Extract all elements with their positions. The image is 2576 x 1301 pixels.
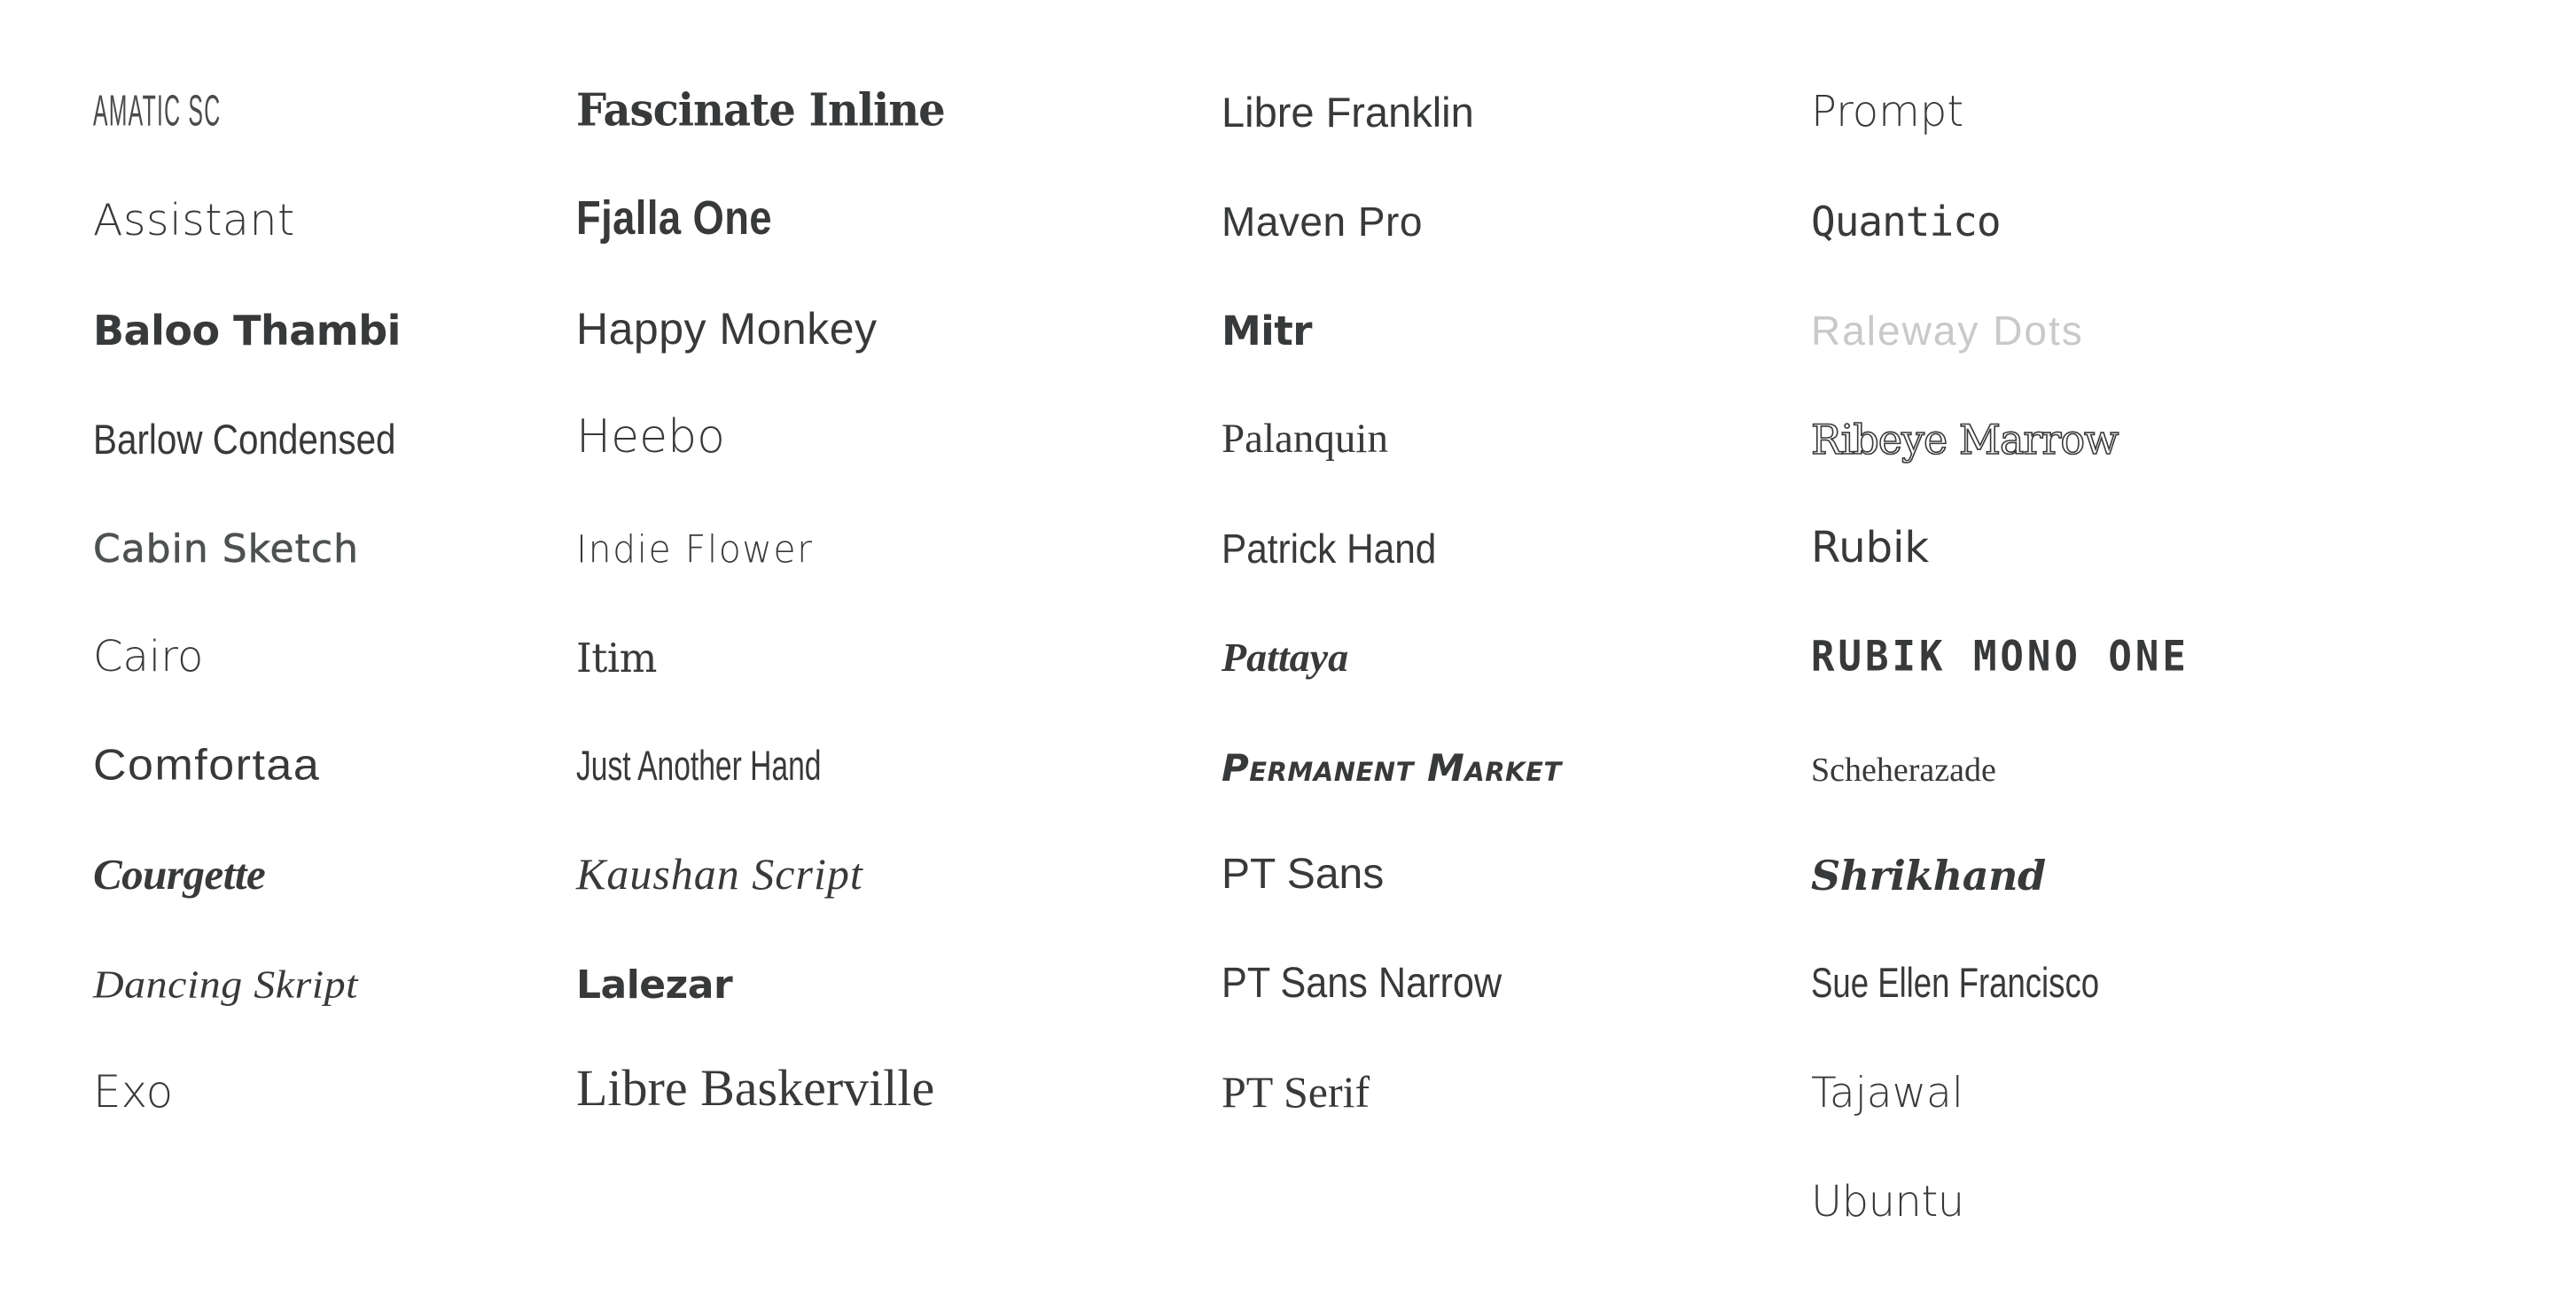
font-specimen-name: Fjalla One <box>576 191 772 245</box>
font-specimen-name: Assistant <box>93 195 295 245</box>
font-specimen-row: Libre Baskerville <box>576 1005 1222 1114</box>
font-specimen-name: Quantico <box>1811 198 2002 245</box>
font-specimen-row: Raleway Dots <box>1811 242 2576 351</box>
font-specimen-name: Comfortaa <box>93 740 321 790</box>
font-specimen-name: Amatic Sc <box>93 87 222 136</box>
font-specimen-name: Courgette <box>93 850 266 899</box>
font-specimen-sheet: Amatic Sc Assistant Baloo Thambi Barlow Con… <box>0 0 2576 1301</box>
font-specimen-row: Courgette <box>93 787 576 896</box>
font-specimen-row: Comfortaa <box>93 678 576 787</box>
font-specimen-row: Ubuntu <box>1811 1114 2576 1223</box>
font-specimen-name: Indie Flower <box>576 526 814 573</box>
font-specimen-row: Scheherazade <box>1811 678 2576 787</box>
font-specimen-row: Ribeye Marrow <box>1810 351 2576 464</box>
font-specimen-row: Fjalla One <box>576 133 1222 242</box>
font-column-3: Libre Franklin Maven Pro Mitr Palanquin Patr… <box>1222 0 1811 1301</box>
font-specimen-row: Shrikhand <box>1811 787 2576 896</box>
font-specimen-name: Rubik <box>1811 523 1930 573</box>
font-specimen-name: Lalezar <box>576 962 733 1008</box>
font-specimen-row: Baloo Thambi <box>93 242 576 351</box>
font-specimen-name: PT Serif <box>1222 1067 1370 1117</box>
font-specimen-row: Just Another Hand <box>576 678 1222 787</box>
font-specimen-name: Prompt <box>1811 87 1964 136</box>
font-specimen-name: Rubik Mono One <box>1811 632 2190 682</box>
font-specimen-name: Scheherazade <box>1811 752 1996 789</box>
font-specimen-row: Dancing Skript <box>93 896 576 1005</box>
font-specimen-row: Palanquin <box>1222 351 1811 460</box>
font-specimen-name: Raleway Dots <box>1811 308 2084 354</box>
font-specimen-name: Just Another Hand <box>576 742 822 790</box>
font-specimen-name: PT Sans Narrow <box>1222 960 1503 1007</box>
font-specimen-row: Quantico <box>1811 133 2576 242</box>
font-specimen-name: Itim <box>576 635 657 682</box>
font-specimen-row: Amatic Sc <box>93 24 576 133</box>
font-specimen-name: Palanquin <box>1222 416 1388 462</box>
font-specimen-row: Rubik <box>1811 460 2576 569</box>
font-specimen-row: Rubik Mono One <box>1811 569 2576 678</box>
font-specimen-row: Prompt <box>1811 24 2576 133</box>
font-specimen-row: Patrick Hand <box>1222 460 1811 569</box>
font-specimen-row: Maven Pro <box>1222 133 1811 242</box>
font-specimen-row: Permanent Market <box>1222 678 1811 787</box>
font-specimen-name: Baloo Thambi <box>93 307 401 354</box>
font-specimen-row: Itim <box>576 569 1222 678</box>
font-specimen-name: Kaushan Script <box>576 849 863 899</box>
font-specimen-row: Exo <box>93 1005 576 1114</box>
font-specimen-row: Fascinate Inline <box>576 24 1222 133</box>
font-specimen-row: Cairo <box>93 569 576 678</box>
font-specimen-name: Libre Baskerville <box>576 1059 935 1117</box>
font-specimen-name: Tajawal <box>1811 1069 1963 1118</box>
font-specimen-row: Barlow Condensed <box>93 351 576 460</box>
font-specimen-row: Indie Flower <box>576 460 1222 569</box>
font-specimen-row: Lalezar <box>576 896 1222 1005</box>
font-specimen-row: PT Sans Narrow <box>1222 896 1811 1005</box>
font-specimen-name: Happy Monkey <box>576 304 878 354</box>
font-specimen-row: Assistant <box>93 133 576 242</box>
font-column-4: Prompt Quantico Raleway Dots Ribeye Marrow R… <box>1810 0 2576 1301</box>
font-specimen-name: Patrick Hand <box>1222 526 1437 572</box>
font-specimen-name: Sue Ellen Francisco <box>1811 960 2100 1008</box>
font-specimen-row: Mitr <box>1222 242 1811 351</box>
font-specimen-row: Kaushan Script <box>576 787 1222 896</box>
font-specimen-name: Heebo <box>576 410 725 464</box>
font-specimen-name: Barlow Condensed <box>93 416 396 463</box>
font-specimen-name: Mitr <box>1222 308 1312 354</box>
font-specimen-row: Heebo <box>576 351 1222 460</box>
font-specimen-name: Pattaya <box>1222 635 1349 680</box>
font-specimen-name: Permanent Market <box>1222 746 1562 790</box>
font-specimen-row: Pattaya <box>1222 569 1811 678</box>
font-specimen-row: Cabin Sketch <box>93 460 576 569</box>
font-specimen-row: PT Sans <box>1222 787 1811 896</box>
font-specimen-name: Libre Franklin <box>1222 89 1474 136</box>
font-specimen-name: Ribeye Marrow <box>1810 416 2119 464</box>
font-specimen-name: Cairo <box>93 632 204 682</box>
font-specimen-name: Cabin Sketch <box>93 526 359 572</box>
font-specimen-row: Happy Monkey <box>576 242 1222 351</box>
font-specimen-row: Sue Ellen Francisco <box>1811 896 2576 1005</box>
font-column-1: Amatic Sc Assistant Baloo Thambi Barlow Con… <box>93 0 576 1301</box>
font-specimen-name: Dancing Skript <box>93 963 358 1007</box>
font-column-2: Fascinate Inline Fjalla One Happy Monkey He… <box>576 0 1222 1301</box>
font-specimen-name: Shrikhand <box>1811 852 2046 900</box>
font-specimen-name: Exo <box>93 1066 174 1118</box>
font-specimen-name: Maven Pro <box>1222 199 1423 245</box>
font-specimen-name: PT Sans <box>1222 851 1385 898</box>
font-specimen-name: Ubuntu <box>1811 1177 1964 1227</box>
font-specimen-name: Fascinate Inline <box>576 84 946 137</box>
font-specimen-row: Libre Franklin <box>1222 24 1811 133</box>
font-specimen-row: PT Serif <box>1222 1005 1811 1114</box>
font-specimen-row: Tajawal <box>1811 1005 2576 1114</box>
